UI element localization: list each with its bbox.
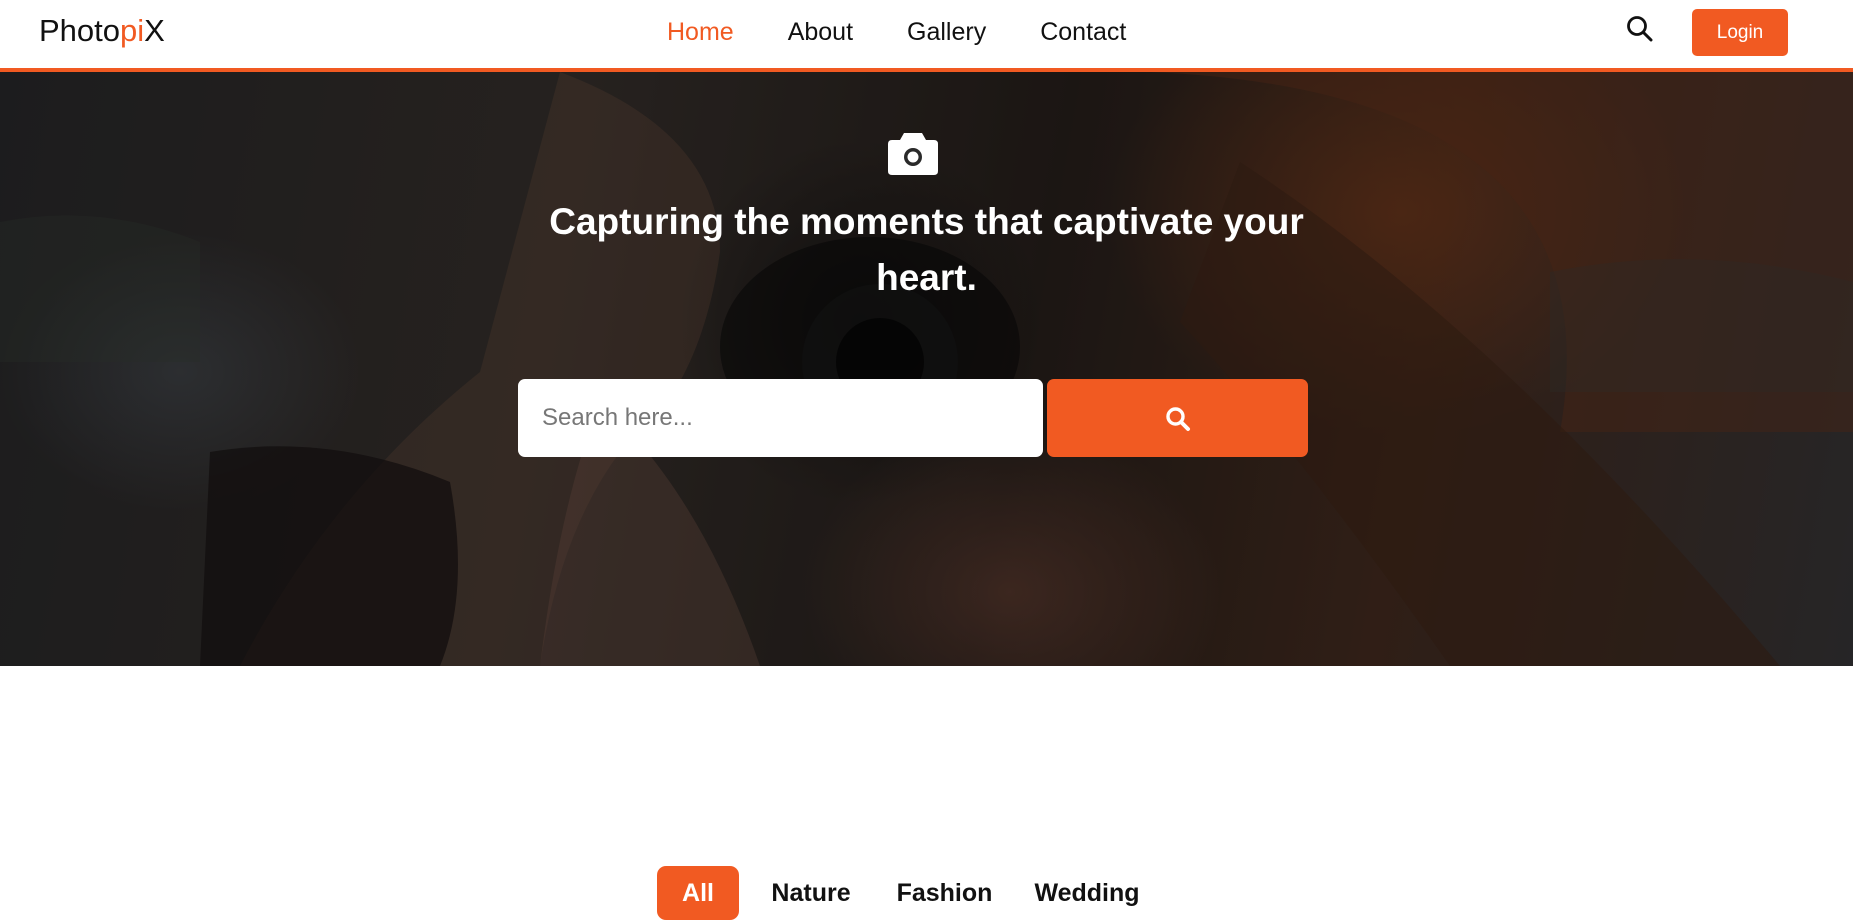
filter-tab-wedding[interactable]: Wedding <box>1025 866 1149 920</box>
camera-icon <box>887 130 939 176</box>
nav-link-home[interactable]: Home <box>667 18 734 47</box>
main-nav: Home About Gallery Contact <box>667 18 1180 47</box>
search-input[interactable] <box>518 379 1043 457</box>
search-button[interactable] <box>1047 379 1308 457</box>
brand-name-part2: X <box>144 13 165 48</box>
nav-link-contact[interactable]: Contact <box>1040 18 1126 47</box>
brand-name-part1: Photo <box>39 13 121 48</box>
hero-banner: Capturing the moments that captivate you… <box>0 72 1853 666</box>
filter-tab-fashion[interactable]: Fashion <box>888 866 1001 920</box>
filter-tab-all[interactable]: All <box>657 866 739 920</box>
nav-link-about[interactable]: About <box>788 18 853 47</box>
nav-link-gallery[interactable]: Gallery <box>907 18 986 47</box>
filter-tab-nature[interactable]: Nature <box>758 866 864 920</box>
hero-title: Capturing the moments that captivate you… <box>549 201 1304 298</box>
brand-name-accent: pi <box>120 13 145 48</box>
search-icon[interactable] <box>1624 13 1656 45</box>
navbar: PhotopiX Home About Gallery Contact Logi… <box>0 0 1853 72</box>
login-button[interactable]: Login <box>1692 9 1788 56</box>
search-icon <box>1166 407 1190 431</box>
brand-logo[interactable]: PhotopiX <box>39 13 165 49</box>
